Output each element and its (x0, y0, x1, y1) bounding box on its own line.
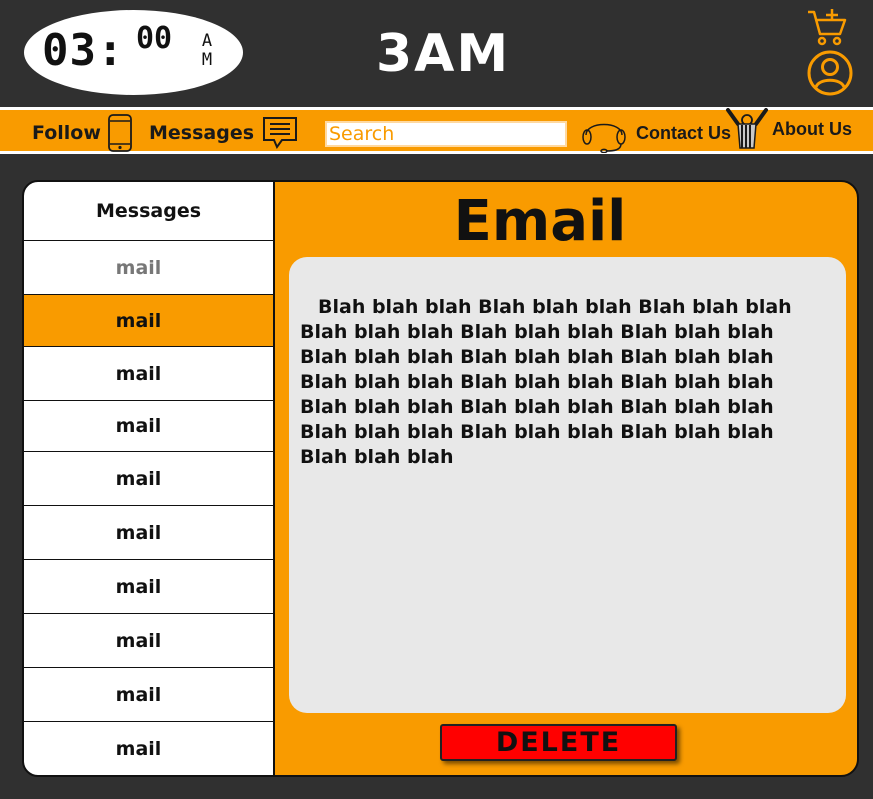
clock-hours: 03: (42, 25, 125, 76)
mail-list-item[interactable]: mail (24, 506, 273, 560)
nav-about-label: About Us (772, 118, 852, 139)
messages-sidebar: Messages mail mail mail mail mail mail mail mai… (22, 180, 275, 777)
mail-list-item-label: mail (115, 415, 162, 437)
mail-list-item[interactable]: mail (24, 614, 273, 668)
sidebar-title: Messages (24, 182, 273, 241)
mail-list-item[interactable]: mail (24, 401, 273, 452)
mail-list-item-label: mail (115, 683, 162, 706)
email-body: Blah blah blah Blah blah blah Blah blah … (289, 257, 846, 713)
mail-list-item[interactable]: mail (24, 668, 273, 722)
search-input[interactable] (325, 121, 567, 147)
mail-list-item-label: mail (115, 309, 162, 332)
referee-icon (724, 108, 770, 150)
headset-icon (580, 113, 628, 153)
nav-contact-us[interactable]: Contact Us (580, 117, 732, 153)
clock-minutes: 00 (136, 21, 173, 56)
mail-list-item-label: mail (115, 362, 162, 385)
mail-list-item-label: mail (115, 521, 162, 544)
user-circle-icon[interactable] (807, 50, 853, 100)
clock: 03: 00 AM (24, 10, 243, 95)
mail-list-item[interactable]: mail (24, 560, 273, 614)
nav-follow[interactable]: Follow (32, 114, 133, 152)
mail-list: mail mail mail mail mail mail mail mail mail mail (24, 241, 273, 775)
nav-contact-label: Contact Us (636, 122, 732, 143)
mail-list-item-label: mail (115, 629, 162, 652)
clock-ampm: AM (201, 31, 213, 70)
nav-follow-label: Follow (32, 122, 101, 144)
nav-messages-label: Messages (149, 122, 255, 144)
phone-icon (107, 114, 133, 152)
brand-logo[interactable]: 3AM (376, 24, 510, 84)
mail-list-item[interactable]: mail (24, 722, 273, 775)
mail-list-item-label: mail (115, 467, 162, 490)
mail-list-item-label: mail (115, 256, 162, 279)
mail-list-item-label: mail (115, 737, 162, 760)
mail-list-item[interactable]: mail (24, 452, 273, 506)
nav-messages[interactable]: Messages (149, 116, 298, 150)
email-title: Email (453, 189, 627, 254)
nav-about-us[interactable]: About Us (724, 108, 852, 149)
nav-bar: Follow Messages Search Contact Us About … (0, 107, 873, 154)
mail-list-item[interactable]: mail (24, 347, 273, 401)
message-icon (262, 116, 298, 150)
mail-list-item-label: mail (115, 575, 162, 598)
mail-list-item[interactable]: mail (24, 241, 273, 295)
delete-button[interactable]: DELETE (440, 724, 677, 761)
cart-plus-icon[interactable] (806, 8, 848, 50)
mail-list-item[interactable]: mail (24, 295, 273, 347)
